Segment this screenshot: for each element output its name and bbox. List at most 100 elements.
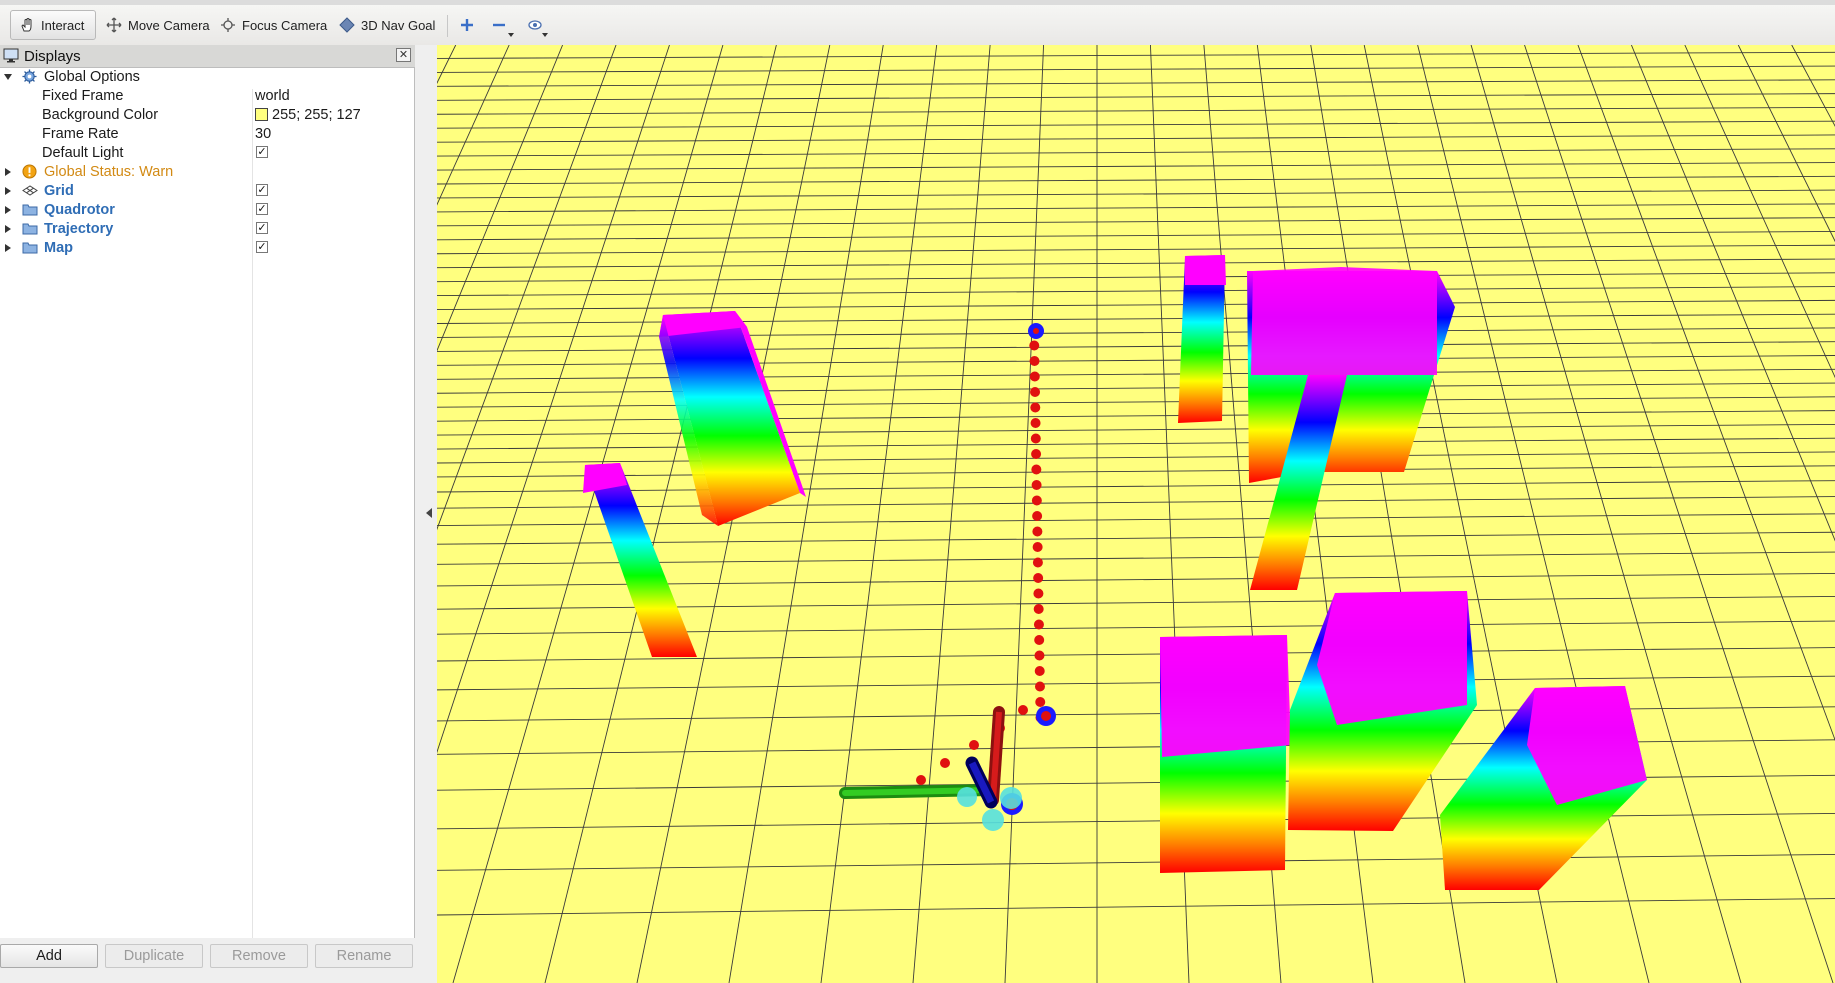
background-color-text: 255; 255; 127 [272,106,361,123]
monitor-icon [3,48,19,66]
display-item-label: Map [44,239,73,256]
frame-rate-row[interactable]: Frame Rate 30 [0,124,415,143]
trajectory-point [1031,480,1042,490]
waypoint-center [1041,711,1051,721]
expand-arrow-icon[interactable] [5,168,11,176]
panel-button-bar: Add Duplicate Remove Rename [0,938,415,983]
toolbar-separator [447,15,448,37]
rotor [1000,787,1022,809]
trajectory-point [1031,449,1042,459]
remove-button[interactable]: Remove [210,944,308,968]
grid-icon [22,183,38,198]
trajectory-point [1032,511,1043,521]
3d-viewport[interactable] [437,45,1835,983]
trajectory-point [1033,588,1044,599]
folder-icon [22,240,38,255]
expand-arrow-icon[interactable] [4,74,12,80]
global-options-row[interactable]: Global Options [0,67,415,86]
display-item-label: Quadrotor [44,201,115,218]
minus-icon [492,18,506,35]
expand-arrow-icon[interactable] [5,244,11,252]
focus-camera-tool[interactable]: Focus Camera [212,10,335,40]
obstacle [1160,635,1291,873]
trajectory-point [1033,619,1044,630]
trajectory-point [1029,356,1040,366]
trajectory-point [1031,495,1042,506]
trajectory-point [1032,557,1043,568]
chevron-down-icon[interactable] [508,33,514,37]
display-enable-checkbox[interactable]: ✓ [256,203,268,215]
nav-goal-icon [339,17,355,33]
property-label: Fixed Frame [42,87,124,104]
expand-arrow-icon[interactable] [5,225,11,233]
close-icon[interactable]: ✕ [396,48,411,62]
global-options-label: Global Options [44,68,140,85]
display-item-trajectory[interactable]: Trajectory ✓ [0,219,415,238]
obstacle [1178,255,1226,423]
trajectory-point [1030,418,1041,428]
focus-camera-icon [220,17,236,33]
add-tool-button[interactable] [454,14,480,38]
trajectory-point [1029,340,1040,351]
rotor [957,787,977,807]
collapse-arrow-icon[interactable] [426,508,432,518]
trajectory-point [1034,650,1045,661]
trajectory-point [1035,697,1046,707]
background-color-value[interactable]: 255; 255; 127 [255,107,361,123]
display-enable-checkbox[interactable]: ✓ [256,222,268,234]
display-item-grid[interactable]: Grid ✓ [0,181,415,200]
chevron-down-icon[interactable] [542,33,548,37]
displays-panel: Displays ✕ Global Options Fixed Frame wo… [0,45,415,983]
viewport-background [437,45,1835,983]
nav-goal-label: 3D Nav Goal [361,17,436,33]
fixed-frame-row[interactable]: Fixed Frame world [0,86,415,105]
interact-label: Interact [41,17,85,33]
expand-arrow-icon[interactable] [5,187,11,195]
fixed-frame-value[interactable]: world [255,88,290,104]
toolbar: Interact Move Camera Focus Camera 3D Nav… [0,5,1835,46]
eye-icon [527,18,543,35]
move-camera-label: Move Camera [128,17,210,33]
trajectory-point [1018,705,1028,715]
trajectory-point [1033,573,1044,583]
trajectory-point [916,775,926,785]
focus-camera-label: Focus Camera [242,17,328,33]
property-label: Background Color [42,106,159,123]
trajectory-point [1034,666,1045,676]
trajectory-point [1030,387,1041,397]
trajectory-point [1034,681,1045,692]
display-item-quadrotor[interactable]: Quadrotor ✓ [0,200,415,219]
expand-arrow-icon[interactable] [5,206,11,214]
global-status-label: Global Status: Warn [44,163,174,180]
default-light-checkbox[interactable]: ✓ [256,146,268,158]
trajectory-point [969,740,979,750]
add-button[interactable]: Add [0,944,98,968]
display-tree: Global Options Fixed Frame world Backgro… [0,67,415,957]
rotor [982,809,1004,831]
warning-icon [22,164,38,179]
move-camera-icon [106,17,122,33]
hand-icon [19,17,35,33]
nav-goal-tool[interactable]: 3D Nav Goal [331,10,443,40]
display-enable-checkbox[interactable]: ✓ [256,184,268,196]
global-status-row[interactable]: Global Status: Warn [0,162,415,181]
interact-tool[interactable]: Interact [10,10,96,40]
display-item-map[interactable]: Map ✓ [0,238,415,257]
rename-button[interactable]: Rename [315,944,413,968]
waypoint-center [1033,328,1039,334]
folder-icon [22,221,38,236]
default-light-row[interactable]: Default Light ✓ [0,143,415,162]
plus-icon [460,18,474,35]
trajectory-point [1032,542,1043,552]
frame-rate-value[interactable]: 30 [255,126,271,142]
duplicate-button[interactable]: Duplicate [105,944,203,968]
folder-icon [22,202,38,217]
color-swatch [255,108,268,121]
trajectory-point [1030,402,1041,413]
property-label: Default Light [42,144,124,161]
move-camera-tool[interactable]: Move Camera [98,10,218,40]
background-color-row[interactable]: Background Color 255; 255; 127 [0,105,415,124]
display-enable-checkbox[interactable]: ✓ [256,241,268,253]
gear-icon [22,69,38,84]
trajectory-point [1032,526,1043,537]
